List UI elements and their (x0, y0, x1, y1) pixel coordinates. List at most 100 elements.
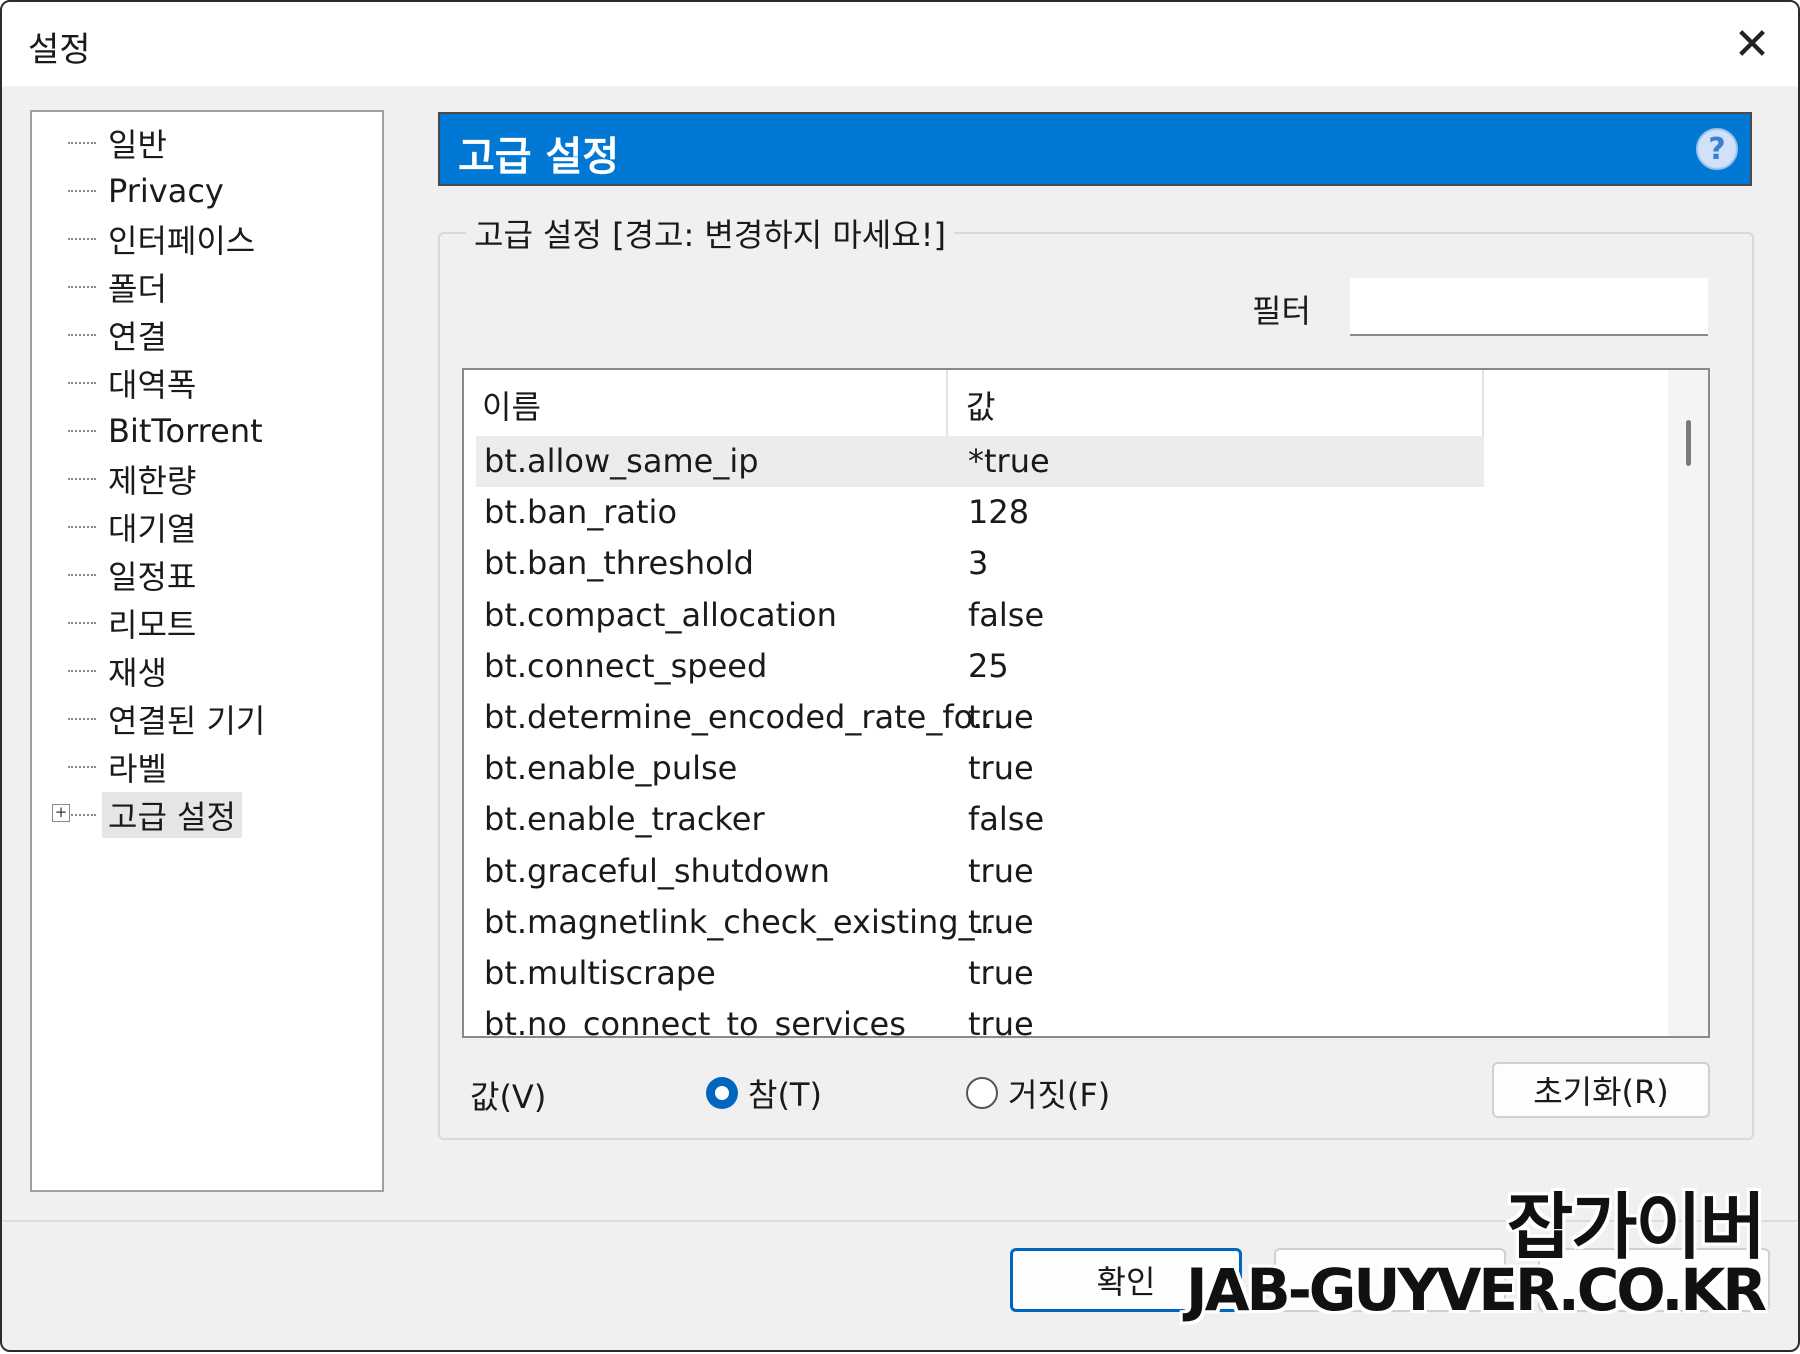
tree-item-label: 제한량 (108, 462, 197, 500)
radio-false[interactable]: 거짓(F) (966, 1070, 1110, 1116)
setting-name: bt.compact_allocation (484, 595, 837, 634)
section-header: 고급 설정 ? (438, 112, 1752, 186)
tree-item-label: 인터페이스 (108, 222, 256, 260)
tree-item-label: 연결 (108, 318, 167, 356)
tree-connector (68, 334, 96, 336)
tree-item[interactable]: 재생 (68, 648, 173, 694)
filter-label: 필터 (1252, 292, 1311, 330)
tree-item-label: 대역폭 (108, 366, 197, 404)
setting-value: false (968, 595, 1045, 634)
tree-item-label: 재생 (108, 654, 167, 692)
setting-name: bt.enable_pulse (484, 749, 738, 788)
tree-item[interactable]: 제한량 (68, 456, 202, 502)
tree-item[interactable]: 연결 (68, 312, 173, 358)
tree-connector (68, 382, 96, 384)
tree-connector (68, 478, 96, 480)
setting-name: bt.determine_encoded_rate_fo... (484, 698, 1004, 736)
tree-item[interactable]: 인터페이스 (68, 216, 261, 262)
group-legend: 고급 설정 [경고: 변경하지 마세요!] (466, 210, 954, 256)
tree-item-label: 라벨 (108, 750, 167, 788)
reset-button[interactable]: 초기화(R) (1492, 1062, 1710, 1118)
setting-name: bt.ban_ratio (484, 493, 678, 532)
tree-item[interactable]: 폴더 (68, 264, 173, 310)
radio-true-label: 참(T) (748, 1076, 822, 1114)
close-icon[interactable]: ✕ (1706, 2, 1798, 86)
tree-connector (68, 814, 96, 816)
settings-tree[interactable]: 일반 Privacy 인터페이스폴더연결대역폭 BitTorrent 제한량대기열일정표… (30, 110, 384, 1192)
tree-item[interactable]: Privacy (68, 168, 230, 214)
setting-value: false (968, 800, 1045, 839)
tree-item[interactable]: 일정표 (68, 552, 202, 598)
expand-plus-icon[interactable]: + (52, 804, 70, 822)
setting-value: true (968, 902, 1034, 941)
table-row[interactable]: bt.no_connect_to_services true (476, 999, 1484, 1038)
table-row[interactable]: bt.connect_speed 25 (476, 641, 1484, 692)
table-row[interactable]: bt.compact_allocation false (476, 590, 1484, 641)
tree-item[interactable]: + 고급 설정 (52, 792, 242, 838)
setting-value: 3 (968, 544, 989, 583)
table-row[interactable]: bt.graceful_shutdown true (476, 846, 1484, 897)
question-circle-icon[interactable]: ? (1696, 128, 1738, 170)
tree-connector (68, 430, 96, 432)
tree-item-label: BitTorrent (108, 412, 263, 450)
tree-item[interactable]: BitTorrent (68, 408, 269, 454)
column-header-name[interactable]: 이름 (464, 370, 948, 440)
table-row[interactable]: bt.allow_same_ip *true (476, 436, 1484, 487)
tree-item-label: 리모트 (108, 606, 197, 644)
setting-value: true (968, 698, 1034, 736)
tree-connector (68, 670, 96, 672)
tree-connector (68, 574, 96, 576)
setting-name: bt.graceful_shutdown (484, 851, 830, 890)
window-title: 설정 (28, 30, 91, 70)
filter-input[interactable] (1350, 278, 1708, 336)
setting-name: bt.multiscrape (484, 954, 716, 992)
tree-item-label: 대기열 (108, 510, 197, 548)
vertical-scrollbar[interactable] (1668, 370, 1708, 1036)
tree-item-label: 폴더 (108, 270, 167, 308)
table-row[interactable]: bt.ban_ratio 128 (476, 487, 1484, 538)
setting-value: true (968, 851, 1034, 890)
table-row[interactable]: bt.multiscrape true (476, 948, 1484, 999)
radio-true[interactable]: 참(T) (706, 1070, 822, 1116)
tree-item[interactable]: 리모트 (68, 600, 202, 646)
settings-window: 설정 ✕ 일반 Privacy 인터페이스폴더연결대역폭 BitTorrent 제한량대… (0, 0, 1800, 1352)
setting-name: bt.ban_threshold (484, 544, 754, 583)
watermark-url: JAB-GUYVER.CO.KR (1186, 1256, 1767, 1324)
setting-value: true (968, 954, 1034, 992)
table-row[interactable]: bt.magnetlink_check_existing_... true (476, 897, 1484, 948)
setting-value: 25 (968, 646, 1009, 685)
value-label: 값(V) (470, 1078, 547, 1116)
setting-value: 128 (968, 493, 1030, 532)
tree-connector (68, 286, 96, 288)
table-row[interactable]: bt.enable_pulse true (476, 743, 1484, 794)
section-title: 고급 설정 (458, 134, 620, 180)
tree-item-label: 고급 설정 (102, 792, 242, 838)
title-bar: 설정 ✕ (2, 2, 1798, 86)
tree-connector (68, 238, 96, 240)
setting-name: bt.connect_speed (484, 646, 768, 685)
table-row[interactable]: bt.ban_threshold 3 (476, 538, 1484, 589)
radio-unselected-icon (966, 1077, 998, 1109)
tree-item[interactable]: 일반 (68, 120, 173, 166)
tree-connector (68, 766, 96, 768)
column-header-value[interactable]: 값 (948, 370, 1484, 440)
tree-item-label: Privacy (108, 172, 224, 210)
setting-value: true (968, 749, 1034, 788)
radio-selected-icon (706, 1077, 738, 1109)
tree-item[interactable]: 대역폭 (68, 360, 202, 406)
setting-name: bt.allow_same_ip (484, 442, 759, 480)
tree-connector (68, 190, 96, 192)
setting-name: bt.enable_tracker (484, 800, 765, 839)
settings-list[interactable]: 이름 값 bt.allow_same_ip *true bt.ban_ratio 12… (462, 368, 1710, 1038)
tree-item-label: 연결된 기기 (108, 702, 266, 740)
table-row[interactable]: bt.determine_encoded_rate_fo... true (476, 692, 1484, 743)
tree-connector (68, 526, 96, 528)
tree-connector (68, 718, 96, 720)
tree-item[interactable]: 라벨 (68, 744, 173, 790)
tree-item[interactable]: 연결된 기기 (68, 696, 271, 742)
table-row[interactable]: bt.enable_tracker false (476, 794, 1484, 845)
setting-value: true (968, 1005, 1034, 1038)
tree-connector (68, 142, 96, 144)
scrollbar-thumb[interactable] (1686, 420, 1691, 466)
tree-item[interactable]: 대기열 (68, 504, 202, 550)
